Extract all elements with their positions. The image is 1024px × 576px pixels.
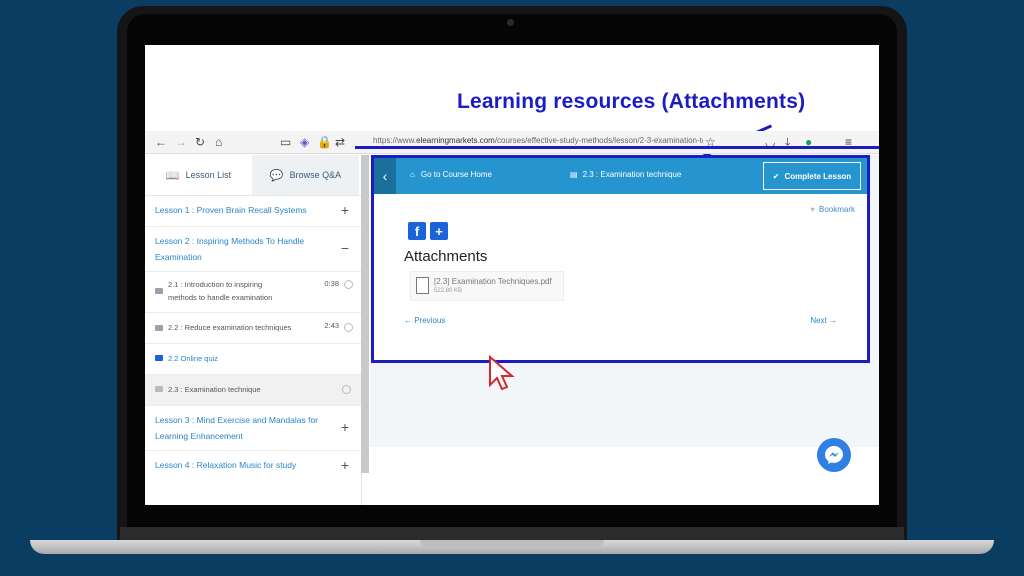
url-bar[interactable]: https://www.elearningmarkets.com/courses…	[373, 136, 703, 145]
expand-icon[interactable]: +	[341, 457, 349, 473]
webcam	[507, 19, 514, 26]
collapse-icon[interactable]: −	[341, 240, 349, 256]
quiz-icon	[155, 355, 163, 361]
lesson-item-2-3-current[interactable]: 2.3 : Examination technique	[145, 375, 361, 406]
reload-icon[interactable]: ↻	[195, 135, 205, 149]
expand-icon[interactable]: +	[341, 202, 349, 218]
lesson-sidebar: 📖 Lesson List 💬 Browse Q&A Lesson 1 : Pr…	[145, 155, 362, 505]
book-icon: 📖	[165, 169, 180, 182]
lesson-duration: 0:38	[324, 279, 339, 288]
expand-icon[interactable]: +	[341, 419, 349, 435]
lesson-1-row[interactable]: Lesson 1 : Proven Brain Recall Systems +	[145, 196, 361, 227]
bookmark-button[interactable]: ♥ Bookmark	[810, 205, 855, 214]
lesson-3-row[interactable]: Lesson 3 : Mind Exercise and Mandalas fo…	[145, 406, 361, 451]
check-icon: ✔	[772, 171, 780, 181]
browser-toolbar: ← → ↻ ⌂ ▭ ◈ 🔒 ⇄ https://www.elearningmar…	[145, 131, 879, 154]
share-plus-icon[interactable]: +	[430, 222, 448, 240]
home-icon: ⌂	[410, 170, 415, 179]
annotation-headline: Learning resources (Attachments)	[457, 90, 806, 113]
lesson-3-label-cont: Learning Enhancement	[155, 431, 243, 441]
messenger-icon	[825, 446, 843, 464]
laptop-screen: Learning resources (Attachments) ← → ↻ ⌂…	[145, 45, 879, 505]
previous-link[interactable]: ← Previous	[404, 316, 445, 325]
lesson-1-label: Lesson 1 : Proven Brain Recall Systems	[155, 205, 307, 215]
document-icon	[155, 386, 163, 392]
complete-lesson-label: Complete Lesson	[784, 171, 852, 181]
annotation-underline	[355, 146, 879, 149]
lesson-header-bar: ‹ ⌂ Go to Course Home ▤ 2.3 : Examinatio…	[374, 158, 867, 194]
video-icon	[155, 325, 163, 331]
lesson-3-label: Lesson 3 : Mind Exercise and Mandalas fo…	[155, 415, 319, 425]
lesson-item-title: 2.1 : Introduction to inspiring	[168, 280, 263, 289]
status-circle-icon	[342, 385, 351, 394]
facebook-icon[interactable]: f	[408, 222, 426, 240]
go-to-course-home-link[interactable]: ⌂ Go to Course Home	[410, 170, 492, 179]
permissions-icon[interactable]: ⇄	[335, 135, 345, 149]
video-icon	[155, 288, 163, 294]
forward-arrow-icon[interactable]: →	[175, 135, 187, 149]
current-lesson-label: 2.3 : Examination technique	[582, 170, 682, 179]
document-icon: ▤	[570, 170, 578, 179]
current-lesson-title: ▤ 2.3 : Examination technique	[570, 170, 681, 179]
sidebar-tabs: 📖 Lesson List 💬 Browse Q&A	[145, 155, 361, 196]
shield-icon[interactable]: ◈	[300, 135, 309, 149]
sidebar-scrollbar[interactable]	[361, 155, 369, 473]
status-circle-icon	[344, 323, 353, 332]
lesson-2-label-cont: Examination	[155, 252, 202, 262]
mouse-cursor-icon	[489, 355, 515, 391]
lesson-2-label: Lesson 2 : Inspiring Methods To Handle	[155, 236, 305, 246]
messenger-chat-button[interactable]	[817, 438, 851, 472]
folder-icon[interactable]: ▭	[280, 135, 291, 149]
lesson-duration: 2:43	[324, 321, 339, 330]
lesson-4-row[interactable]: Lesson 4 : Relaxation Music for study +	[145, 451, 361, 481]
attachment-file[interactable]: [2.3] Examination Techniques.pdf 522.80 …	[410, 271, 564, 301]
laptop-bezel-bottom	[120, 527, 904, 541]
lesson-item-title: 2.2 Online quiz	[168, 354, 219, 363]
bookmark-label: Bookmark	[818, 205, 855, 214]
lesson-item-title: 2.2 : Reduce examination techniques	[168, 323, 292, 332]
chevron-left-icon: ‹	[382, 168, 388, 184]
attachment-file-name: [2.3] Examination Techniques.pdf	[434, 277, 552, 286]
file-icon	[416, 277, 429, 294]
attachments-heading: Attachments	[404, 248, 488, 265]
lock-icon: 🔒	[317, 135, 332, 149]
complete-lesson-button[interactable]: ✔ Complete Lesson	[763, 162, 861, 190]
back-button[interactable]: ‹	[374, 158, 396, 194]
laptop-base	[30, 540, 994, 554]
lesson-2-row[interactable]: Lesson 2 : Inspiring Methods To Handle E…	[145, 227, 361, 272]
heart-icon: ♥	[810, 205, 815, 214]
tab-browse-qa[interactable]: 💬 Browse Q&A	[252, 155, 359, 195]
tab-lesson-list-label: Lesson List	[185, 170, 232, 180]
next-link[interactable]: Next →	[810, 316, 837, 325]
lesson-item-2-1[interactable]: 2.1 : Introduction to inspiring methods …	[145, 272, 361, 313]
lesson-item-title-cont: methods to handle examination	[168, 293, 273, 302]
lesson-4-label: Lesson 4 : Relaxation Music for study	[155, 460, 297, 470]
tab-lesson-list[interactable]: 📖 Lesson List	[145, 155, 252, 195]
lesson-content-frame: ‹ ⌂ Go to Course Home ▤ 2.3 : Examinatio…	[371, 155, 870, 363]
go-home-label: Go to Course Home	[420, 170, 492, 179]
lesson-item-title: 2.3 : Examination technique	[168, 385, 261, 394]
qa-icon: 💬	[269, 169, 284, 182]
share-buttons: f +	[408, 222, 448, 240]
tab-browse-qa-label: Browse Q&A	[289, 170, 342, 180]
status-circle-icon	[344, 280, 353, 289]
lesson-item-quiz[interactable]: 2.2 Online quiz	[145, 344, 361, 375]
home-icon[interactable]: ⌂	[215, 135, 222, 149]
attachment-file-size: 522.80 KB	[434, 288, 463, 294]
back-arrow-icon[interactable]: ←	[155, 135, 167, 149]
lesson-item-2-2[interactable]: 2.2 : Reduce examination techniques 2:43	[145, 313, 361, 344]
